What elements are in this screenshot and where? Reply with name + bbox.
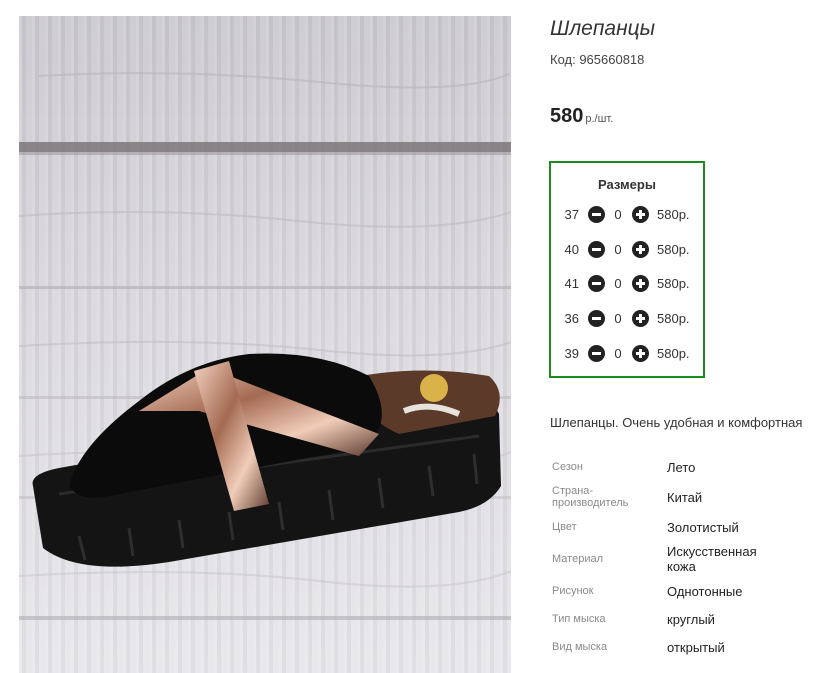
plus-circle-icon[interactable]: [632, 241, 649, 258]
size-price: 580р.: [657, 346, 690, 361]
spec-value: открытый: [667, 639, 725, 655]
product-photo[interactable]: [19, 16, 511, 673]
size-quantity[interactable]: 0: [613, 311, 623, 326]
spec-value: круглый: [667, 611, 715, 627]
spec-row: Сезон Лето: [550, 455, 757, 479]
product-title: Шлепанцы: [550, 17, 656, 40]
plus-circle-icon[interactable]: [632, 345, 649, 362]
plus-circle-icon[interactable]: [632, 275, 649, 292]
plus-circle-icon[interactable]: [632, 206, 649, 223]
spec-row: Рисунок Однотонные: [550, 579, 757, 603]
size-row: 36 0 580р.: [551, 309, 703, 329]
spec-row: Тип мыска круглый: [550, 603, 757, 635]
sizes-title: Размеры: [598, 177, 656, 192]
spec-value: Однотонные: [667, 583, 743, 599]
size-price: 580р.: [657, 207, 690, 222]
slipper-illustration: [19, 72, 511, 620]
spec-value: Китай: [667, 489, 703, 505]
price-unit: р./шт.: [585, 113, 614, 125]
size-quantity[interactable]: 0: [613, 276, 623, 291]
size-label: 40: [564, 242, 579, 257]
spec-label: Цвет: [552, 521, 577, 533]
spec-value: Лето: [667, 459, 696, 475]
price-amount: 580: [550, 105, 584, 127]
product-price: 580 р./шт.: [550, 105, 613, 128]
spec-value: Искусственная кожа: [667, 544, 757, 574]
spec-label: Тип мыска: [552, 613, 606, 625]
product-description: Шлепанцы. Очень удобная и комфортная: [550, 415, 803, 430]
size-price: 580р.: [657, 276, 690, 291]
spec-row: Вид мыска открытый: [550, 635, 757, 659]
spec-label: Вид мыска: [552, 641, 608, 653]
plus-circle-icon[interactable]: [632, 310, 649, 327]
size-price: 580р.: [657, 311, 690, 326]
size-row: 37 0 580р.: [551, 205, 703, 225]
minus-circle-icon[interactable]: [588, 345, 605, 362]
size-row: 39 0 580р.: [551, 344, 703, 364]
spec-label: Рисунок: [552, 585, 594, 597]
minus-circle-icon[interactable]: [588, 275, 605, 292]
spec-value: Золотистый: [667, 519, 739, 535]
spec-row: Цвет Золотистый: [550, 515, 757, 539]
minus-circle-icon[interactable]: [588, 206, 605, 223]
spec-label: Страна- производитель: [552, 485, 629, 509]
size-quantity[interactable]: 0: [613, 242, 623, 257]
size-row: 40 0 580р.: [551, 240, 703, 260]
spec-row: Материал Искусственная кожа: [550, 539, 757, 579]
specs-table: Сезон Лето Страна- производитель Китай Ц…: [550, 455, 757, 659]
spec-label: Сезон: [552, 461, 583, 473]
product-sku: Код: 965660818: [550, 52, 645, 67]
size-quantity[interactable]: 0: [613, 207, 623, 222]
size-label: 37: [564, 207, 579, 222]
size-label: 36: [564, 311, 579, 326]
spec-row: Страна- производитель Китай: [550, 479, 757, 515]
size-price: 580р.: [657, 242, 690, 257]
minus-circle-icon[interactable]: [588, 241, 605, 258]
size-label: 41: [564, 276, 579, 291]
minus-circle-icon[interactable]: [588, 310, 605, 327]
size-row: 41 0 580р.: [551, 274, 703, 294]
sizes-panel: Размеры 37 0 580р. 40 0 580р. 41 0 580р.…: [549, 161, 705, 378]
size-label: 39: [564, 346, 579, 361]
size-quantity[interactable]: 0: [613, 346, 623, 361]
spec-label: Материал: [552, 553, 603, 565]
